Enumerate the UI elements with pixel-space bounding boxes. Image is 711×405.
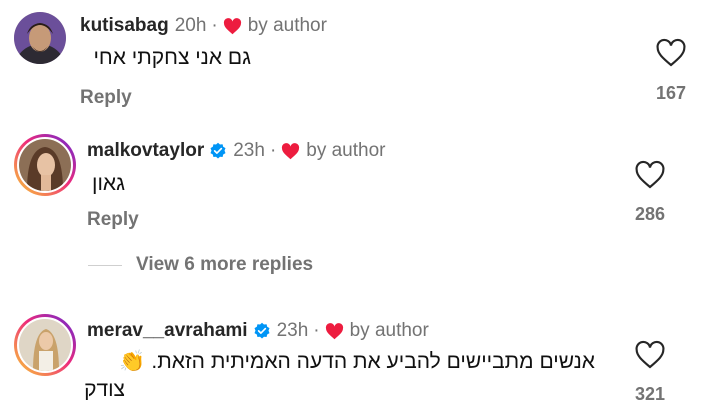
heart-outline-icon[interactable] [634,160,666,190]
timestamp: 23h [233,140,265,161]
avatar-malkovtaylor[interactable] [14,134,76,196]
heart-outline-icon[interactable] [634,340,666,370]
reply-button[interactable]: Reply [87,209,139,231]
avatar-kutisabag[interactable] [14,12,66,64]
liked-by-author: by author [306,140,386,161]
divider [88,264,122,266]
view-more-replies-label[interactable]: View 6 more replies [136,254,313,276]
comment-text-line1: אנשים מתביישים להביע את הדעה האמיתית הזא… [119,350,595,373]
username[interactable]: kutisabag [80,15,169,37]
avatar-merav-avrahami[interactable] [14,314,76,376]
view-more-replies[interactable]: View 6 more replies [88,254,313,276]
comment-meta: merav__avrahami 23h · by author [87,320,429,342]
comment-text-line2: צודק [84,378,125,401]
liked-by-author: by author [349,320,429,341]
username[interactable]: merav__avrahami [87,320,248,342]
verified-badge-icon [254,322,270,339]
comment-meta: kutisabag 20h · by author [80,15,327,37]
like-count: 167 [655,83,687,103]
heart-outline-icon[interactable] [655,38,687,68]
username[interactable]: malkovtaylor [87,140,204,162]
verified-badge-icon [210,142,226,159]
separator: · [269,140,277,161]
separator: · [211,15,218,36]
comment-text: גאון [92,172,125,195]
heart-filled-icon [282,142,300,159]
like-count: 321 [634,384,666,404]
timestamp: 20h [174,15,207,36]
separator: · [313,320,320,341]
heart-filled-icon [325,322,343,339]
liked-by-author: by author [247,15,327,36]
comment-meta: malkovtaylor 23h · by author [87,140,386,162]
heart-filled-icon [223,17,241,34]
comment-text: גם אני צחקתי אחי [93,46,251,69]
reply-button[interactable]: Reply [80,87,132,109]
like-count: 286 [634,204,666,224]
timestamp: 23h [276,320,309,341]
